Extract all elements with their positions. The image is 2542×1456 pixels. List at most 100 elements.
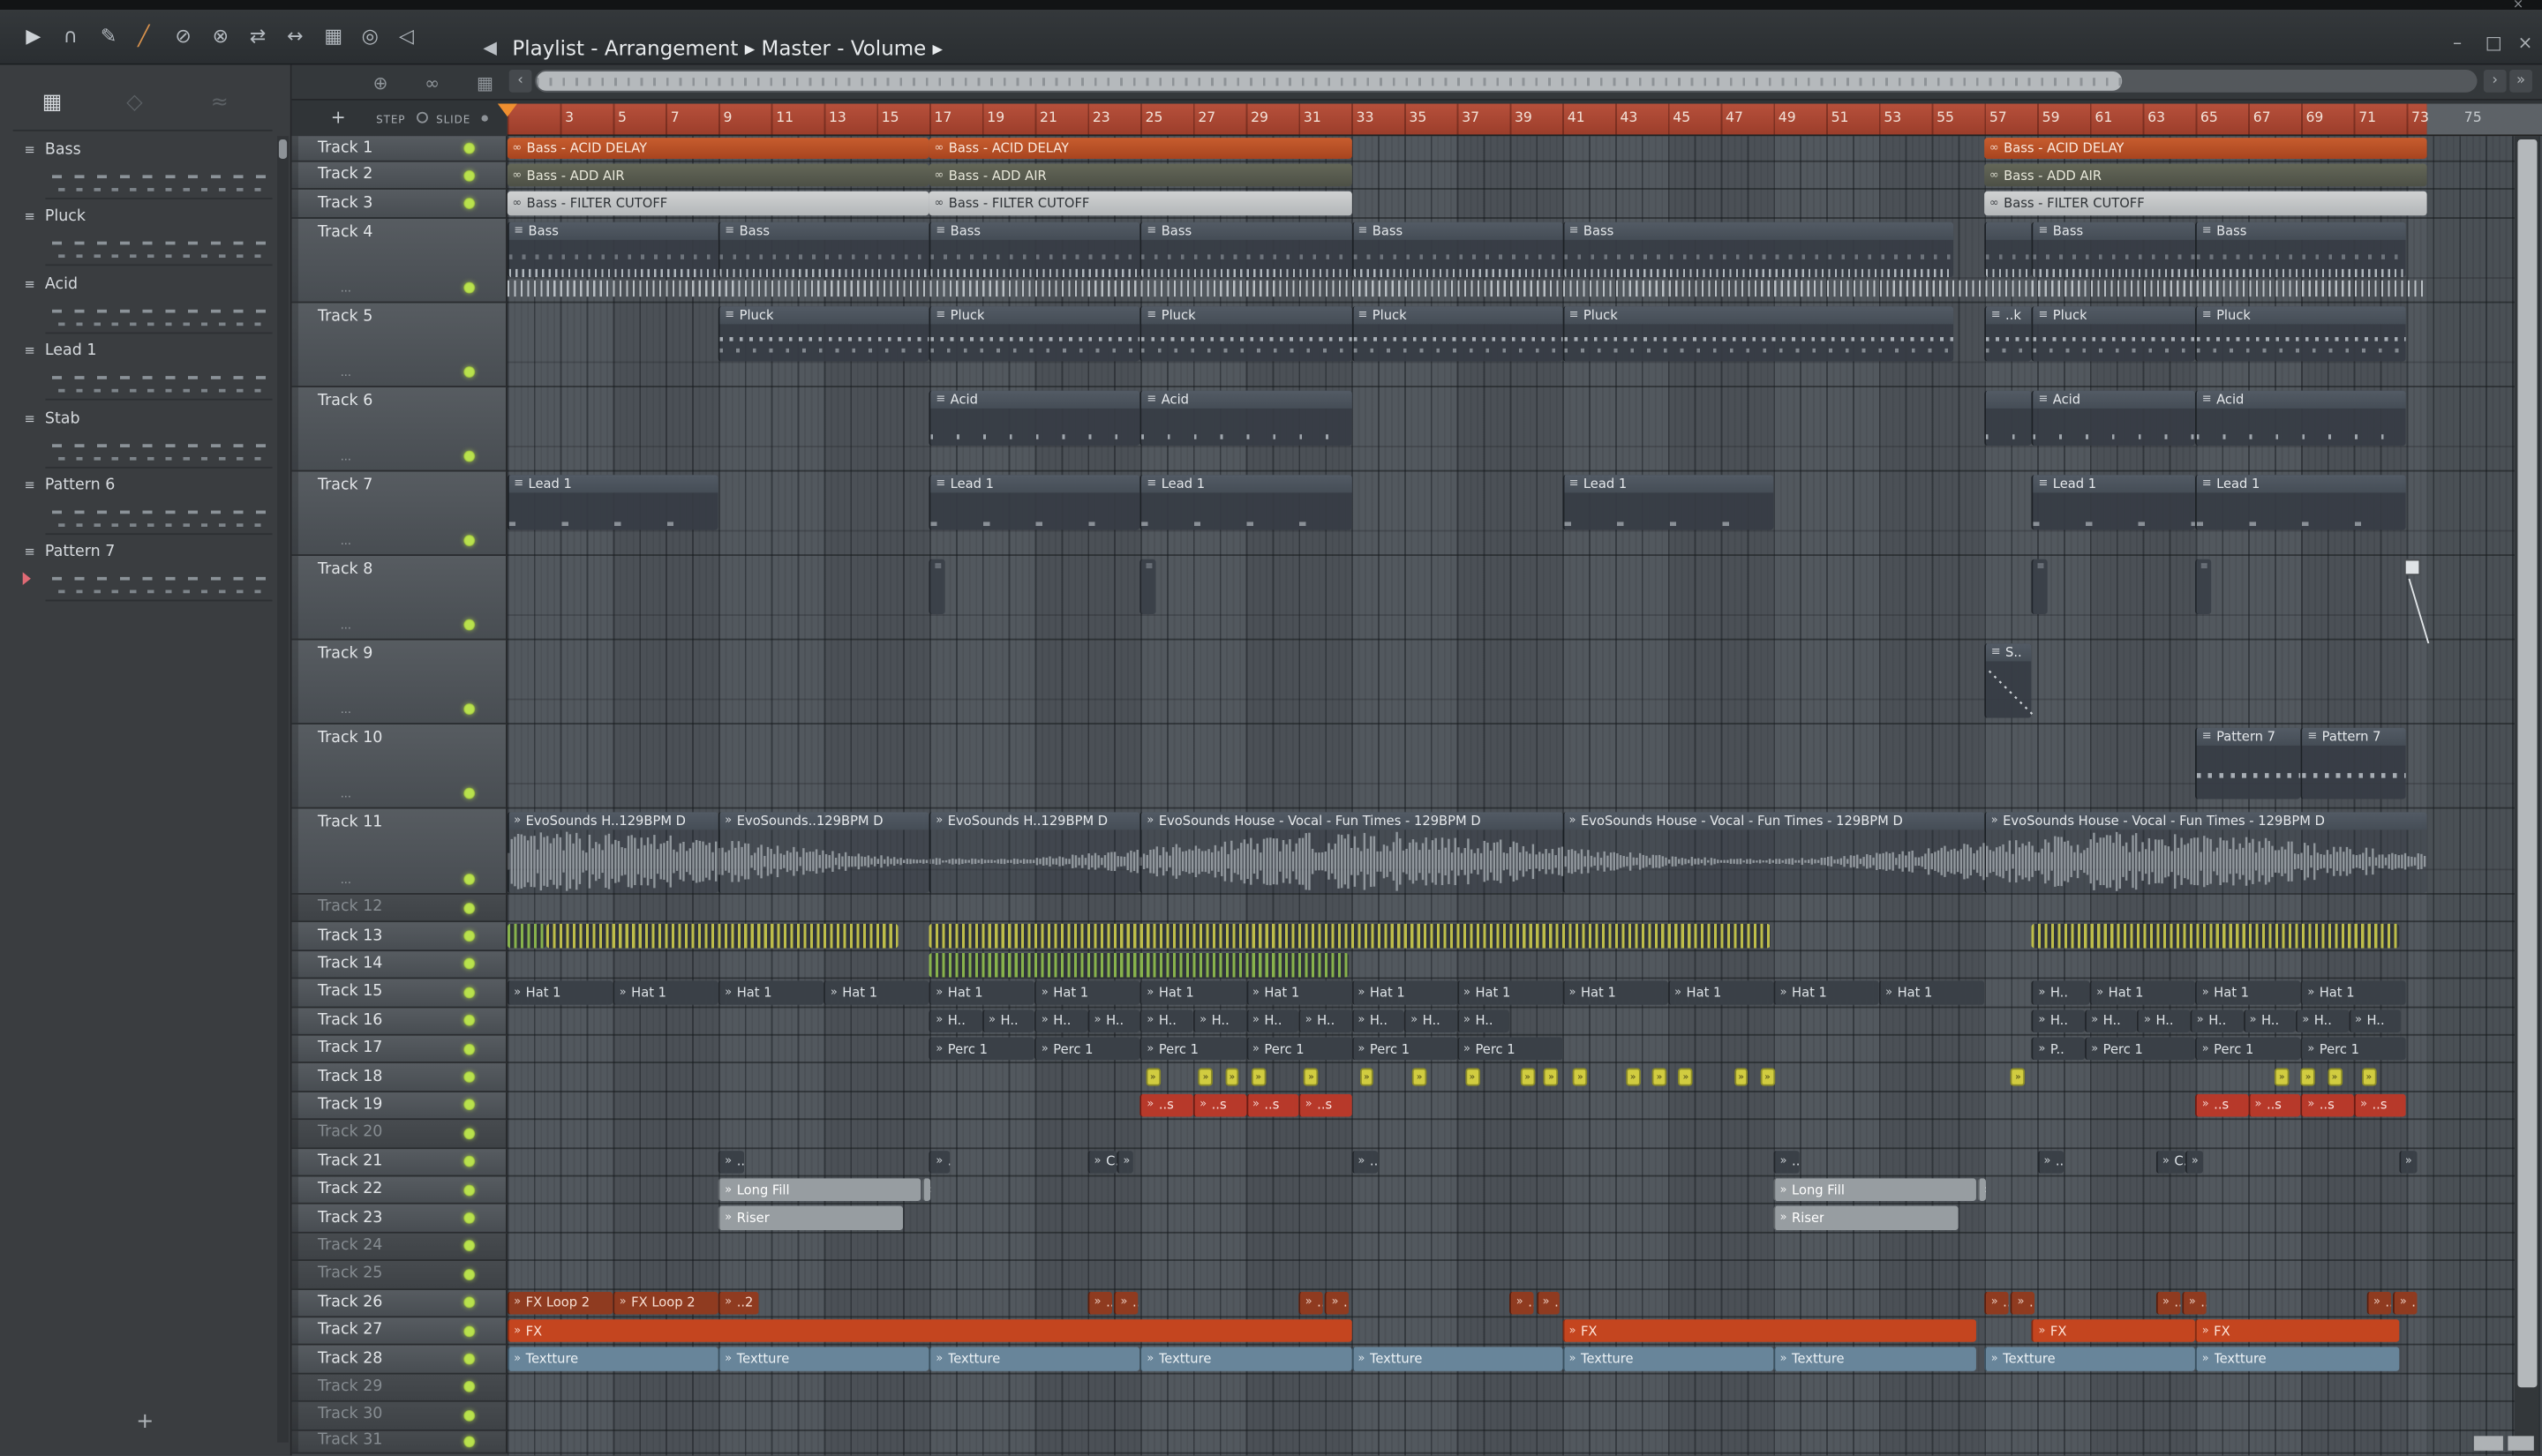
track-led[interactable]: [463, 987, 476, 999]
clip-tex-textture[interactable]: » Textture: [1562, 1347, 1774, 1371]
clip-hat-perc-1[interactable]: » Perc 1: [2300, 1037, 2407, 1061]
clip-aa-bass-add-air[interactable]: ∞ Bass - ADD AIR: [507, 163, 930, 187]
vertical-scrollbar-thumb[interactable]: [2516, 139, 2537, 1388]
track-led[interactable]: [463, 1184, 476, 1196]
clip-hat-h[interactable]: » H..: [2137, 1009, 2191, 1032]
track-header-1[interactable]: Track 1: [291, 136, 508, 162]
clip-hat[interactable]: »: [1117, 1150, 1133, 1174]
clip-yd[interactable]: »: [1573, 1069, 1588, 1087]
playhead-marker[interactable]: [497, 103, 517, 117]
track-header-18[interactable]: Track 18: [291, 1063, 508, 1092]
clip-tex-textture[interactable]: » Textture: [1140, 1347, 1352, 1371]
clip-hat-hat-1[interactable]: » Hat 1: [613, 980, 718, 1004]
clip-red-s[interactable]: » ..s: [2248, 1093, 2301, 1117]
clip-tex-textture[interactable]: » Textture: [1351, 1347, 1563, 1371]
track-header-14[interactable]: Track 14: [291, 950, 508, 979]
clip-hat-h[interactable]: »..h: [718, 1150, 745, 1174]
audio-clip-evosounds-h-129bpm-d[interactable]: » EvoSounds H..129BPM D: [507, 812, 718, 894]
clip-pat-acid[interactable]: ≡ Acid: [929, 390, 1141, 447]
track-led[interactable]: [463, 535, 476, 546]
track-header-27[interactable]: Track 27: [291, 1317, 508, 1347]
clip-pat-bass[interactable]: ≡ Bass: [929, 221, 1141, 278]
step-toggle[interactable]: [417, 111, 428, 124]
track-led[interactable]: [463, 198, 476, 209]
clip-hat-hat-1[interactable]: » Hat 1: [1140, 980, 1246, 1004]
brush-icon[interactable]: ╱: [138, 26, 149, 45]
track-led[interactable]: [463, 619, 476, 631]
track-header-19[interactable]: Track 19: [291, 1092, 508, 1121]
horizontal-scrollbar-thumb[interactable]: [2473, 1436, 2503, 1451]
picker-add-button[interactable]: +: [136, 1410, 154, 1435]
clip-sty[interactable]: [929, 924, 1771, 949]
clip-hat-hat-1[interactable]: » Hat 1: [1456, 980, 1563, 1004]
clip-ag-bass-filter-cutoff[interactable]: ∞ Bass - FILTER CUTOFF: [507, 191, 930, 216]
clip-red-s[interactable]: » ..s: [1245, 1093, 1299, 1117]
track-led[interactable]: [463, 1325, 476, 1337]
clip-gray[interactable]: »: [922, 1178, 931, 1202]
track-header-22[interactable]: Track 22: [291, 1176, 508, 1205]
clip-red-s[interactable]: » ..s: [1298, 1093, 1352, 1117]
track-led[interactable]: [463, 1156, 476, 1167]
pattern-item-pattern-6[interactable]: ≡ Pattern 6: [0, 475, 275, 496]
clip-yd[interactable]: »: [1304, 1069, 1319, 1087]
clip-pat-k[interactable]: ≡ ..k: [1984, 306, 2033, 362]
clip-gray-riser[interactable]: » Riser: [1773, 1206, 1959, 1230]
clip-ag-bass-filter-cutoff[interactable]: ∞ Bass - FILTER CUTOFF: [1984, 191, 2428, 216]
clip-pat-lead-1[interactable]: ≡ Lead 1: [507, 475, 718, 530]
clip-fxl-2[interactable]: » ..2: [2366, 1291, 2391, 1315]
track-led[interactable]: [463, 1240, 476, 1252]
clip-pat[interactable]: [1984, 221, 2033, 278]
clip-red-s[interactable]: » ..s: [2353, 1093, 2407, 1117]
audio-clip-evosounds-h-129bpm-d[interactable]: » EvoSounds H..129BPM D: [929, 812, 1141, 894]
clip-gray-long-fill[interactable]: » Long Fill: [718, 1178, 922, 1202]
track-led[interactable]: [463, 873, 476, 885]
pan-icon[interactable]: ↔: [287, 26, 303, 45]
clip-hat-h[interactable]: »..h: [1773, 1150, 1801, 1174]
clip-hat-h[interactable]: »..h: [2185, 1150, 2204, 1174]
preview-icon[interactable]: ◁: [399, 26, 414, 45]
mute-icon[interactable]: ⊗: [213, 26, 229, 45]
clip-ao-bass-acid-delay[interactable]: ∞ Bass - ACID DELAY: [507, 138, 930, 159]
clip-fxl-2[interactable]: » ..2: [1509, 1291, 1534, 1315]
clip-fxl-fx-loop-2[interactable]: » FX Loop 2: [613, 1291, 718, 1315]
clip-hat-perc-1[interactable]: » Perc 1: [1456, 1037, 1563, 1061]
clip-gray-long-fill[interactable]: » Long Fill: [1773, 1178, 1977, 1202]
clip-hat-h[interactable]: » H..: [981, 1009, 1035, 1032]
timeline-ruler-loop-region[interactable]: [507, 103, 2427, 137]
clip-tex-textture[interactable]: » Textture: [507, 1347, 718, 1371]
clip-yd[interactable]: »: [1651, 1069, 1667, 1087]
add-track-button[interactable]: +: [331, 107, 346, 128]
pattern-item-pluck[interactable]: ≡ Pluck: [0, 206, 275, 228]
clip-gray-riser[interactable]: » Riser: [718, 1206, 904, 1230]
pattern-item-stab[interactable]: ≡ Stab: [0, 408, 275, 429]
clip-pat-acid[interactable]: ≡ Acid: [2032, 390, 2196, 447]
clip-pat-lead-1[interactable]: ≡ Lead 1: [1562, 475, 1774, 530]
track-header-15[interactable]: Track 15: [291, 979, 508, 1008]
clip-hat-h[interactable]: »..h: [1351, 1150, 1379, 1174]
track-led[interactable]: [463, 366, 476, 378]
clip-pat-bass[interactable]: ≡ Bass: [507, 221, 718, 278]
clip-tiny[interactable]: ≡: [2032, 559, 2049, 615]
track-led[interactable]: [463, 1435, 476, 1447]
clip-hat-hat-1[interactable]: » Hat 1: [1562, 980, 1668, 1004]
track-led[interactable]: [463, 930, 476, 942]
clip-hat-perc-1[interactable]: » Perc 1: [1140, 1037, 1246, 1061]
clip-hat-h[interactable]: » H..: [1403, 1009, 1457, 1032]
clip-yd[interactable]: »: [2300, 1069, 2316, 1087]
audio-clip-evosounds-house-vocal-fun-times-129bpm-d[interactable]: » EvoSounds House - Vocal - Fun Times - 1…: [1140, 812, 1563, 894]
clip-hat-h[interactable]: » H..: [1034, 1009, 1088, 1032]
track-header-12[interactable]: Track 12: [291, 894, 508, 923]
clip-fx-fx[interactable]: » FX: [2195, 1319, 2399, 1343]
clip-pat-bass[interactable]: ≡ Bass: [2195, 221, 2407, 278]
select-icon[interactable]: ▦: [324, 26, 342, 45]
track-led[interactable]: [463, 1100, 476, 1112]
clip-sty[interactable]: [546, 924, 899, 949]
clip-hat-perc-1[interactable]: » Perc 1: [929, 1037, 1035, 1061]
clip-hat-hat-1[interactable]: » Hat 1: [1878, 980, 1985, 1004]
track-header-26[interactable]: Track 26: [291, 1289, 508, 1318]
scroll-right-button[interactable]: ›: [2483, 69, 2507, 93]
clip-hat-hat-1[interactable]: » Hat 1: [1351, 980, 1457, 1004]
clip-hat-h[interactable]: » H..: [1245, 1009, 1299, 1032]
clip-gray[interactable]: »: [1977, 1178, 1986, 1202]
clip-hat-hat-1[interactable]: » Hat 1: [1667, 980, 1774, 1004]
